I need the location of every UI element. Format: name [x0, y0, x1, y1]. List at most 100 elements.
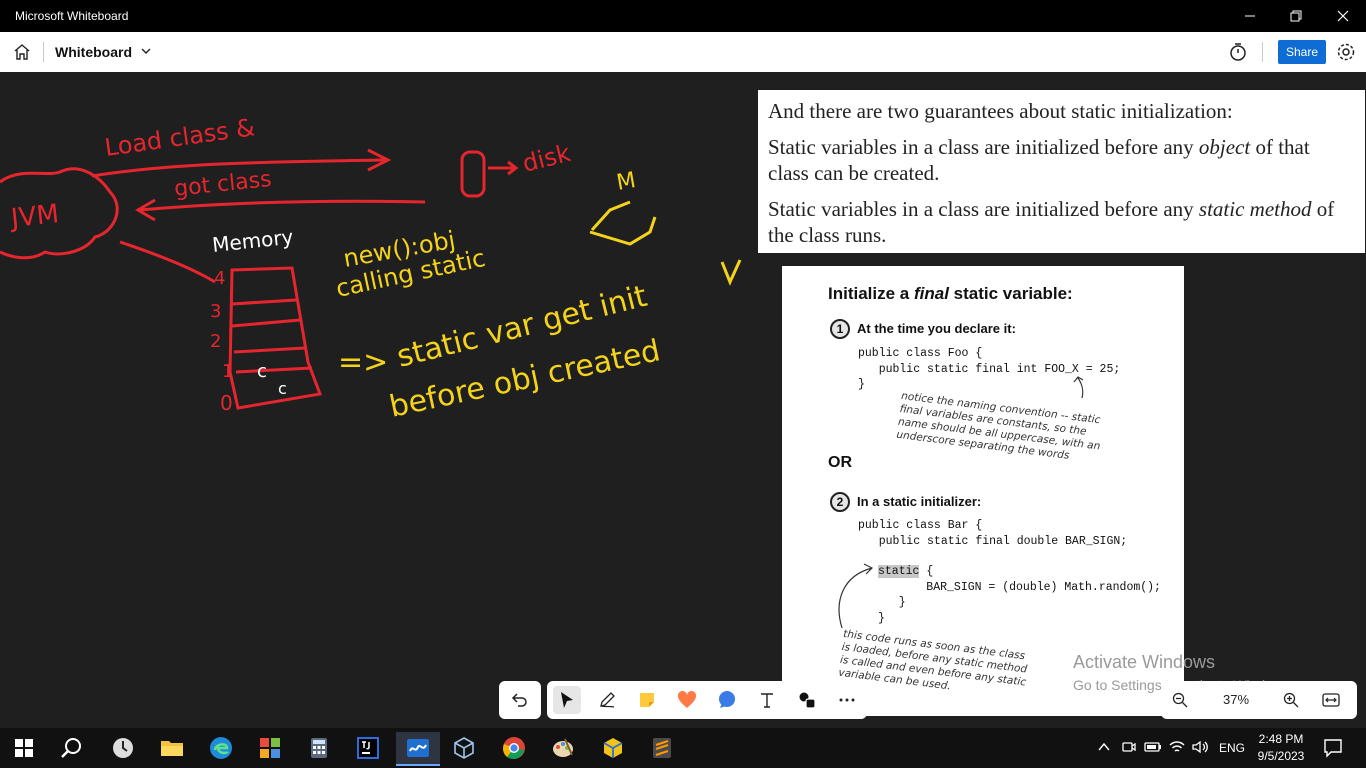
taskbar-app-modeler[interactable] [597, 732, 629, 764]
taskbar-app-colorful[interactable] [254, 732, 286, 764]
whiteboard-canvas[interactable]: JVM Load class & got class disk Memory 4… [0, 72, 1366, 728]
creation-toolbar [547, 681, 867, 719]
calculator-icon [311, 738, 327, 758]
app-tiles-icon [260, 738, 280, 758]
timer-icon[interactable] [1227, 41, 1249, 63]
title-bar: Microsoft Whiteboard [0, 0, 1366, 32]
taskbar-app-intellij[interactable] [352, 732, 384, 764]
got-class-arrow [135, 198, 426, 222]
app-toolbar: Whiteboard Share [0, 32, 1366, 73]
step-number: 1 [830, 319, 850, 339]
step-title: At the time you declare it: [857, 321, 1016, 336]
restore-button[interactable] [1273, 0, 1319, 32]
taskbar-app-chrome[interactable] [498, 732, 530, 764]
step-number: 2 [830, 492, 850, 512]
zoom-in-icon[interactable] [1283, 692, 1299, 708]
quote-line: And there are two guarantees about stati… [768, 99, 1233, 123]
more-icon [839, 698, 855, 702]
memory-index: 2 [210, 331, 221, 352]
wifi-icon[interactable] [1168, 740, 1186, 754]
comment-tool[interactable] [713, 686, 741, 714]
taskbar-app-explorer[interactable] [156, 732, 188, 764]
edge-icon [210, 737, 232, 759]
memory-index: 1 [222, 361, 233, 382]
folder-icon [161, 741, 183, 756]
shapes-icon [799, 692, 816, 709]
taskbar-app-edge[interactable] [205, 732, 237, 764]
book-excerpt-image[interactable]: Initialize a final static variable: 1 At… [782, 266, 1184, 716]
system-clock[interactable]: 2:48 PM 9/5/2023 [1253, 731, 1309, 765]
code-block: public class Bar { public static final d… [858, 519, 1128, 548]
minimize-icon [1245, 15, 1255, 17]
undo-button[interactable] [499, 681, 541, 719]
windows-taskbar: ENG 2:48 PM 9/5/2023 [0, 728, 1366, 768]
pointer-arrow [838, 563, 874, 629]
window-title: Microsoft Whiteboard [15, 9, 129, 23]
memory-index: 3 [210, 301, 221, 322]
notification-icon[interactable] [1323, 738, 1343, 758]
shapes-tool[interactable] [793, 686, 821, 714]
search-icon [61, 738, 81, 758]
taskbar-app-calculator[interactable] [303, 732, 335, 764]
start-button[interactable] [8, 732, 40, 764]
arrow-symbol: => [338, 345, 388, 380]
home-button[interactable] [8, 38, 36, 66]
taskbar-app-virtualbox[interactable] [448, 732, 480, 764]
divider [43, 42, 44, 62]
disk-label: disk [520, 139, 574, 178]
text-tool[interactable] [753, 686, 781, 714]
quote-line: Static variables in a class are initiali… [768, 197, 1335, 247]
battery-icon[interactable] [1144, 740, 1162, 754]
naming-note: notice the naming convention -- static f… [895, 390, 1102, 462]
code-block: static { BAR_SIGN = (double) Math.random… [878, 565, 1161, 625]
palette-icon [553, 738, 573, 757]
chevron-down-icon[interactable] [139, 44, 153, 58]
gear-icon[interactable] [1335, 41, 1357, 63]
chevron-up-icon[interactable] [1098, 742, 1110, 752]
taskbar-app-paint[interactable] [547, 732, 579, 764]
quote-image[interactable]: And there are two guarantees about stati… [758, 90, 1365, 253]
sticky-note-icon [640, 693, 654, 707]
fit-screen-icon[interactable] [1322, 692, 1340, 708]
jvm-to-memory-line [119, 240, 216, 284]
load-class-label: Load class & [103, 113, 257, 162]
check-mark [589, 200, 657, 246]
comment-icon [719, 691, 735, 708]
box-icon [603, 738, 623, 758]
language-indicator[interactable]: ENG [1219, 741, 1245, 755]
clock-app-icon [113, 738, 133, 758]
close-button[interactable] [1320, 0, 1366, 32]
excerpt-heading: Initialize a final static variable: [828, 284, 1073, 303]
windows-logo-icon [15, 739, 33, 757]
zoom-out-icon[interactable] [1172, 692, 1188, 708]
heart-icon [677, 691, 697, 708]
disk-arrow [488, 160, 519, 176]
got-class-label: got class [173, 167, 273, 202]
or-label: OR [828, 454, 852, 471]
meet-now-icon[interactable] [1122, 739, 1136, 755]
sticky-note-tool[interactable] [633, 686, 661, 714]
pen-icon [600, 692, 615, 708]
select-tool[interactable] [553, 686, 581, 714]
memory-slot-c: c [278, 379, 287, 398]
board-name[interactable]: Whiteboard [55, 44, 132, 60]
zoom-controls: 37% [1161, 681, 1357, 719]
chrome-icon [503, 737, 525, 759]
pointer-icon [561, 692, 573, 708]
taskbar-app-sublime[interactable] [646, 732, 678, 764]
cube-icon [454, 737, 474, 759]
volume-icon[interactable] [1192, 740, 1210, 754]
minimize-button[interactable] [1227, 0, 1273, 32]
taskbar-app-alarms[interactable] [107, 732, 139, 764]
close-icon [1337, 10, 1349, 22]
reaction-tool[interactable] [673, 686, 701, 714]
share-button[interactable]: Share [1278, 40, 1326, 64]
m-label: M [615, 168, 638, 196]
pen-tool[interactable] [593, 686, 621, 714]
taskbar-app-whiteboard[interactable] [396, 732, 440, 766]
search-button[interactable] [56, 732, 88, 764]
home-icon [14, 44, 30, 60]
pointer-arrow [1073, 376, 1084, 399]
more-button[interactable] [833, 686, 861, 714]
memory-index: 0 [220, 391, 233, 415]
